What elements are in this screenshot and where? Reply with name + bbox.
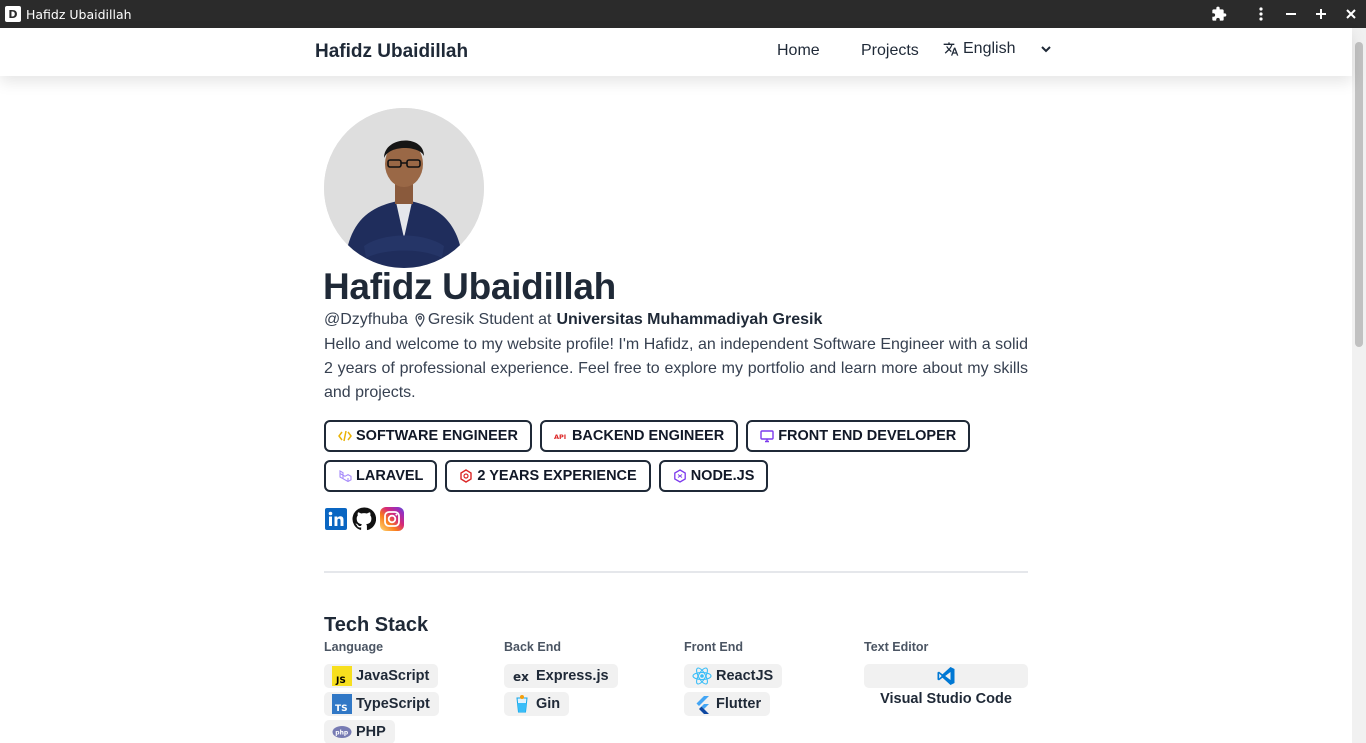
tag-label: LARAVEL bbox=[356, 468, 424, 484]
chip-label: Gin bbox=[536, 696, 561, 712]
svg-text:JS: JS bbox=[335, 676, 346, 686]
column-heading: Language bbox=[324, 640, 384, 654]
nodejs-icon bbox=[673, 469, 687, 483]
laravel-icon bbox=[338, 469, 352, 483]
column-heading: Text Editor bbox=[864, 640, 929, 654]
svg-text:ex: ex bbox=[513, 670, 529, 684]
maximize-icon[interactable] bbox=[1306, 0, 1336, 28]
language-selected: English bbox=[963, 40, 1016, 57]
tag-label: NODE.JS bbox=[690, 468, 755, 484]
linkedin-icon[interactable] bbox=[324, 507, 348, 531]
chip-label: Flutter bbox=[716, 696, 762, 712]
minimize-icon[interactable] bbox=[1276, 0, 1306, 28]
brand-logo[interactable]: Hafidz Ubaidillah bbox=[315, 41, 468, 63]
tag-label: SOFTWARE ENGINEER bbox=[356, 428, 518, 444]
chip-vscode: Visual Studio Code bbox=[864, 664, 1028, 707]
column-heading: Back End bbox=[504, 640, 561, 654]
profile-username[interactable]: @Dzyfhuba bbox=[324, 311, 408, 329]
column-heading: Front End bbox=[684, 640, 744, 654]
tag-software-engineer: SOFTWARE ENGINEER bbox=[324, 420, 532, 452]
page-scrollbar[interactable] bbox=[1352, 28, 1366, 743]
tag-label: BACKEND ENGINEER bbox=[571, 428, 725, 444]
chip-flutter: Flutter bbox=[684, 692, 771, 716]
instagram-icon[interactable] bbox=[380, 507, 404, 531]
monitor-icon bbox=[760, 429, 774, 443]
tag-front-end-developer: FRONT END DEVELOPER bbox=[746, 420, 971, 452]
chip-label: ReactJS bbox=[716, 668, 774, 684]
chip-javascript: JS JavaScript bbox=[324, 664, 439, 688]
section-divider bbox=[324, 571, 1028, 573]
extensions-icon[interactable] bbox=[1204, 0, 1234, 28]
chip-reactjs: ReactJS bbox=[684, 664, 783, 688]
nav-projects-link[interactable]: Projects bbox=[861, 42, 919, 60]
translate-icon bbox=[943, 42, 959, 56]
hexagon-icon bbox=[459, 469, 473, 483]
tech-column-text-editor: Text Editor Visual Studio Code bbox=[864, 640, 1028, 707]
close-icon[interactable] bbox=[1336, 0, 1366, 28]
svg-text:php: php bbox=[335, 729, 349, 736]
chip-typescript: TS TypeScript bbox=[324, 692, 439, 716]
profile-meta: @Dzyfhuba Gresik Student at Universitas … bbox=[324, 311, 822, 329]
tech-stack-title: Tech Stack bbox=[324, 614, 429, 636]
window-controls bbox=[1204, 0, 1366, 28]
profile-bio: Hello and welcome to my website profile!… bbox=[324, 336, 1028, 401]
role-tags: SOFTWARE ENGINEER API BACKEND ENGINEER F… bbox=[324, 420, 1028, 500]
navbar: Hafidz Ubaidillah Home Projects English bbox=[0, 28, 1352, 76]
tag-nodejs: NODE.JS bbox=[658, 460, 769, 492]
tag-backend-engineer: API BACKEND ENGINEER bbox=[539, 420, 739, 452]
flutter-icon bbox=[692, 694, 712, 714]
chevron-down-icon bbox=[1041, 46, 1051, 53]
tech-column-front-end: Front End ReactJS Flutter bbox=[684, 640, 848, 720]
tag-label: 2 YEARS EXPERIENCE bbox=[477, 468, 637, 484]
app-icon: D bbox=[5, 6, 21, 22]
chip-label: Express.js bbox=[536, 668, 609, 684]
nav-home-link[interactable]: Home bbox=[777, 42, 820, 60]
chip-expressjs: ex Express.js bbox=[504, 664, 618, 688]
location-pin-icon bbox=[415, 313, 425, 327]
code-icon bbox=[338, 429, 352, 443]
profile-location: Gresik Student at bbox=[427, 311, 552, 328]
chip-label: Visual Studio Code bbox=[880, 691, 1012, 707]
svg-text:API: API bbox=[554, 433, 566, 441]
gin-icon bbox=[512, 694, 532, 714]
profile-institution: Universitas Muhammadiyah Gresik bbox=[556, 311, 823, 328]
github-icon[interactable] bbox=[352, 507, 376, 531]
avatar bbox=[324, 108, 484, 268]
tag-laravel: LARAVEL bbox=[324, 460, 438, 492]
vscode-icon-box bbox=[864, 664, 1028, 688]
chip-label: JavaScript bbox=[356, 668, 430, 684]
tag-experience: 2 YEARS EXPERIENCE bbox=[445, 460, 651, 492]
vscode-icon bbox=[937, 667, 955, 685]
express-icon: ex bbox=[512, 666, 532, 686]
social-links bbox=[324, 507, 404, 531]
chip-php: php PHP bbox=[324, 720, 395, 743]
react-icon bbox=[692, 666, 712, 686]
chip-label: PHP bbox=[356, 724, 386, 740]
scrollbar-thumb[interactable] bbox=[1355, 42, 1363, 347]
tech-column-back-end: Back End ex Express.js Gin bbox=[504, 640, 668, 720]
javascript-icon: JS bbox=[332, 666, 352, 686]
language-select[interactable]: English bbox=[943, 40, 1051, 58]
menu-icon[interactable] bbox=[1246, 0, 1276, 28]
chip-label: TypeScript bbox=[356, 696, 430, 712]
tech-column-language: Language JS JavaScript TS TypeScript php… bbox=[324, 640, 488, 743]
php-icon: php bbox=[332, 722, 352, 742]
typescript-icon: TS bbox=[332, 694, 352, 714]
profile-name: Hafidz Ubaidillah bbox=[323, 266, 616, 307]
chip-gin: Gin bbox=[504, 692, 570, 716]
api-icon: API bbox=[554, 429, 568, 443]
tag-label: FRONT END DEVELOPER bbox=[778, 428, 957, 444]
svg-text:TS: TS bbox=[335, 704, 348, 714]
window-title: Hafidz Ubaidillah bbox=[26, 6, 132, 22]
window-titlebar: D Hafidz Ubaidillah bbox=[0, 0, 1366, 28]
